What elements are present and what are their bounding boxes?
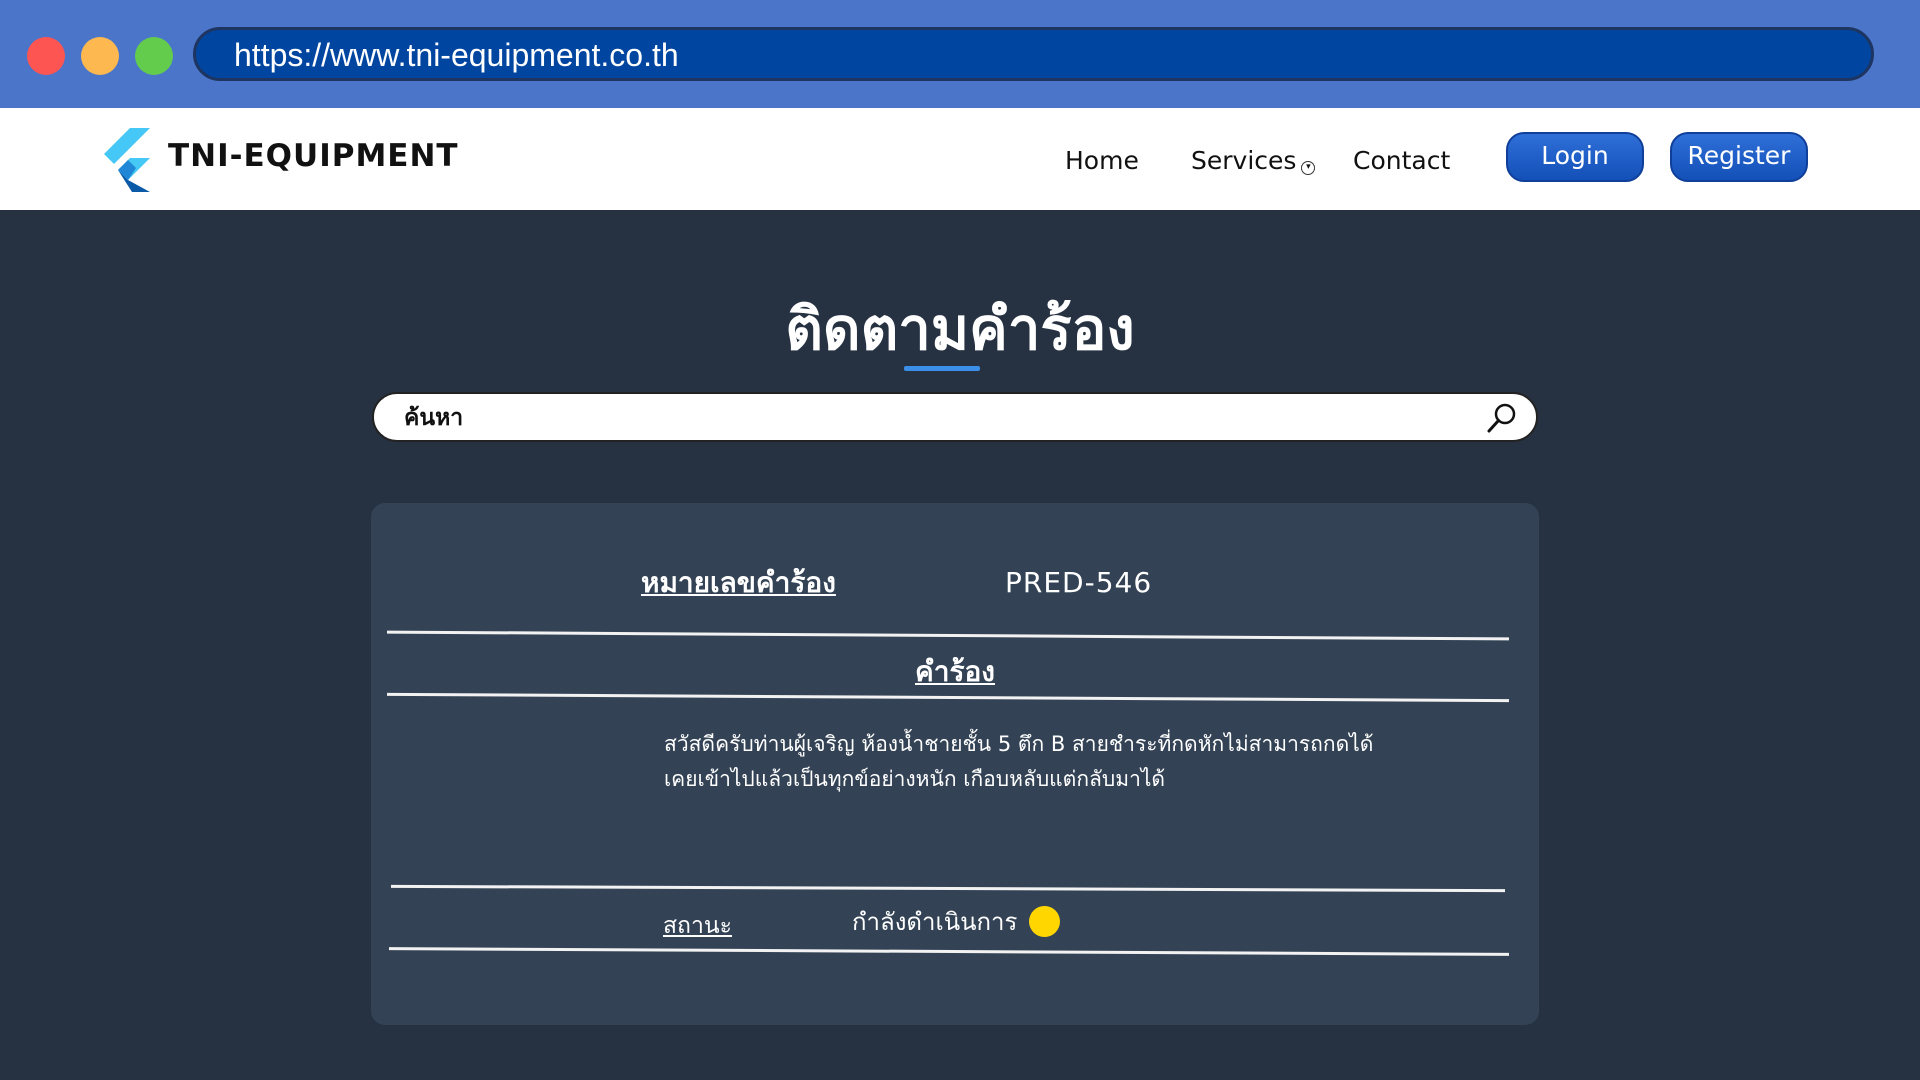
complaint-text: สวัสดีครับท่านผู้เจริญ ห้องน้ำชายชั้น 5 …: [664, 732, 1374, 791]
login-button[interactable]: Login: [1506, 132, 1644, 182]
brand-name[interactable]: TNI-EQUIPMENT: [168, 138, 459, 174]
request-card: หมายเลขคำร้อง PRED-546 คำร้อง สวัสดีครับ…: [371, 503, 1539, 1025]
divider: [387, 692, 1509, 703]
site-header: TNI-EQUIPMENT Home Services ▾ Contact Log…: [0, 108, 1920, 210]
divider: [390, 884, 1506, 893]
nav-services-label: Services: [1191, 146, 1297, 175]
search-bar[interactable]: [372, 392, 1538, 442]
address-bar[interactable]: https://www.tni-equipment.co.th: [193, 27, 1874, 81]
browser-chrome: https://www.tni-equipment.co.th: [0, 0, 1920, 108]
nav-home-link[interactable]: Home: [1065, 146, 1139, 175]
status-text: กำลังดำเนินการ: [852, 908, 1018, 936]
divider: [388, 947, 1510, 956]
divider: [387, 630, 1509, 641]
minimize-window-button[interactable]: [81, 37, 119, 75]
search-input[interactable]: [402, 400, 1456, 436]
register-button[interactable]: Register: [1670, 132, 1808, 182]
title-underline: [904, 366, 980, 371]
logo-icon: [104, 128, 150, 192]
close-window-button[interactable]: [27, 37, 65, 75]
complaint-label: คำร้อง: [915, 655, 995, 688]
nav-services-link[interactable]: Services ▾: [1191, 146, 1316, 175]
request-number-label: หมายเลขคำร้อง: [641, 566, 836, 599]
status-dot-icon: [1029, 906, 1061, 937]
search-icon[interactable]: [1486, 402, 1518, 434]
status-indicator: กำลังดำเนินการ: [852, 902, 1061, 941]
request-number-value: PRED-546: [1005, 566, 1153, 599]
status-label: สถานะ: [663, 913, 732, 939]
nav-contact-link[interactable]: Contact: [1353, 146, 1450, 175]
maximize-window-button[interactable]: [135, 37, 173, 75]
chevron-down-icon: ▾: [1301, 161, 1316, 175]
page-title: ติดตามคำร้อง: [785, 295, 1135, 363]
url-text: https://www.tni-equipment.co.th: [234, 37, 679, 73]
